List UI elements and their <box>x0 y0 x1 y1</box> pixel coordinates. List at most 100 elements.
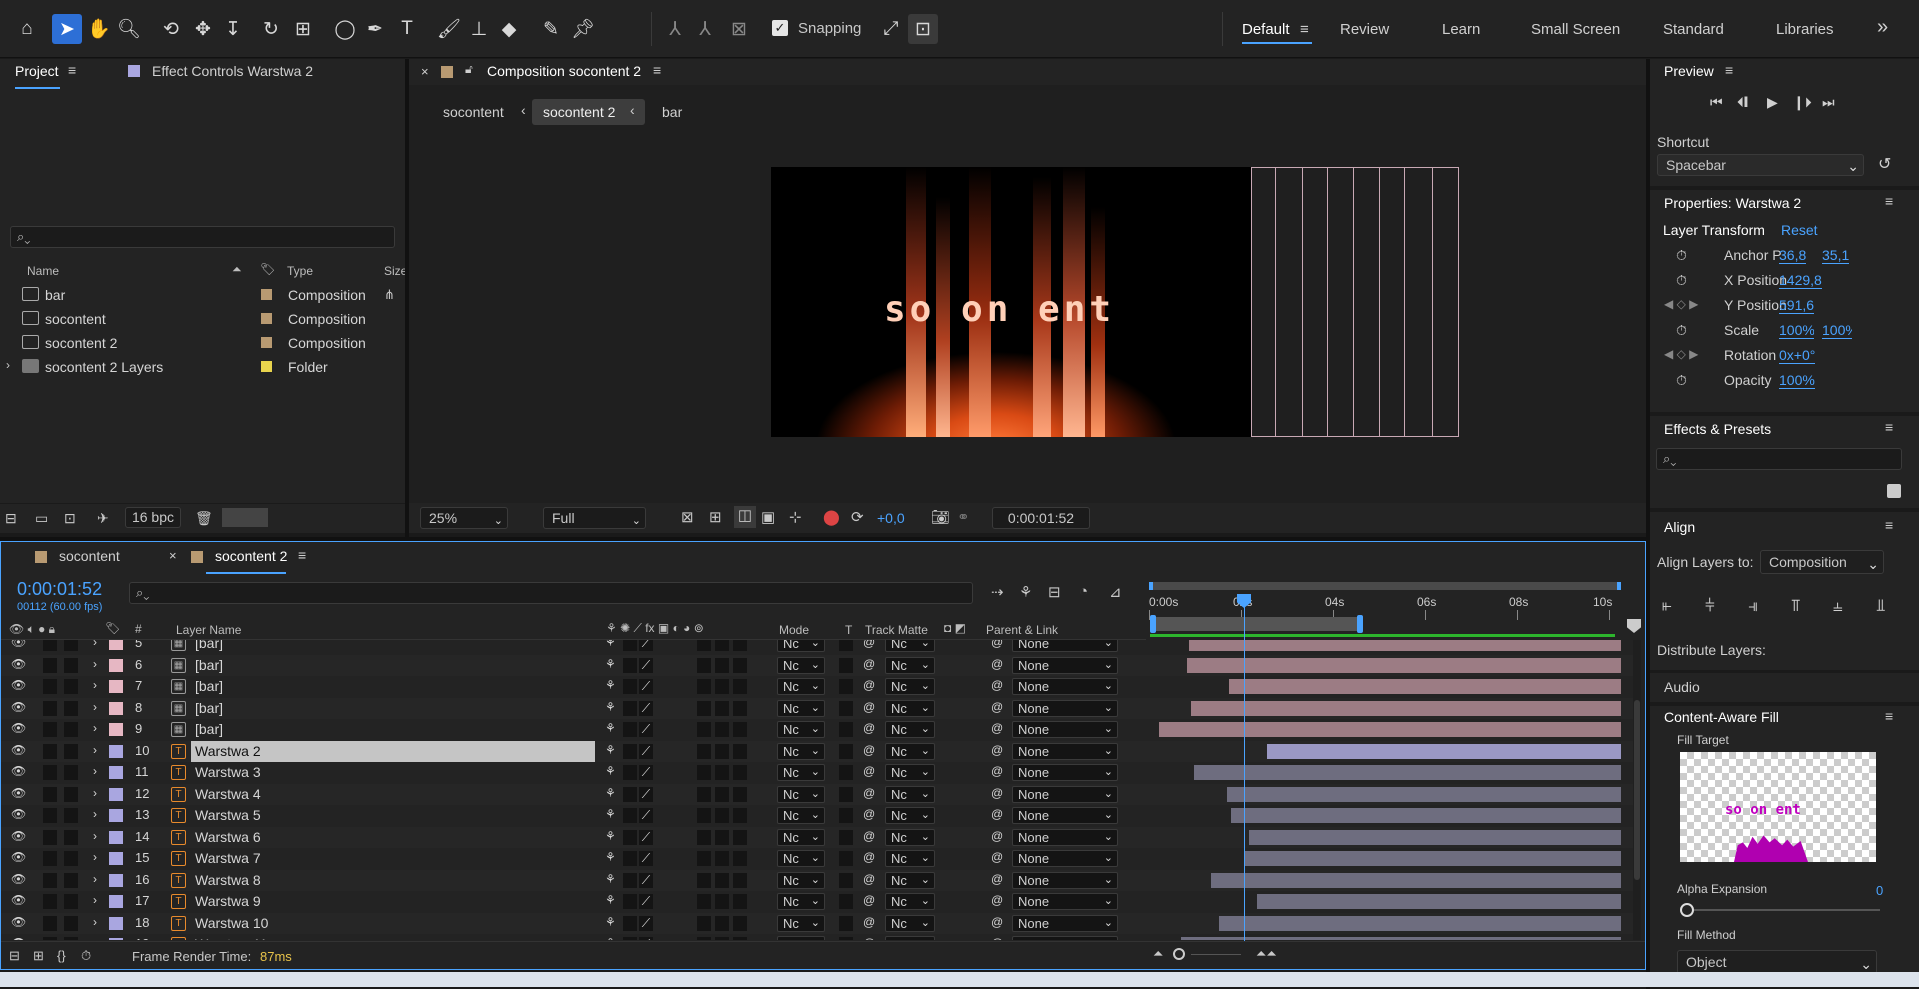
quality-switch-icon[interactable]: ⟋ <box>639 808 653 823</box>
layer-name[interactable]: [bar] <box>195 657 223 673</box>
project-item[interactable]: › socontent 2 Layers Folder <box>0 356 400 378</box>
mode-dropdown[interactable]: Nc⌄ <box>777 914 825 932</box>
fx-switch[interactable] <box>697 829 711 845</box>
zoom-slider-thumb[interactable] <box>1173 948 1185 960</box>
expand-arrow-icon[interactable]: › <box>93 700 97 714</box>
layer-name[interactable]: Warstwa 2 <box>195 743 261 759</box>
breadcrumb-socontent[interactable]: socontent <box>443 104 504 120</box>
preserve-transparency-switch[interactable] <box>839 808 853 823</box>
layer-row[interactable]: 👁︎ › 15 T Warstwa 7 ⚘ ⟋ Nc ⌄ @ Nc ⌄ @ None ⌄ <box>1 848 1641 869</box>
layer-duration-bar[interactable] <box>1187 657 1621 673</box>
label-color-swatch[interactable] <box>261 289 272 300</box>
solo-switch[interactable] <box>43 808 57 823</box>
layer-label-swatch[interactable] <box>109 852 123 865</box>
snapping-checkbox[interactable]: ✓ <box>772 20 788 36</box>
eye-icon[interactable]: 👁︎ <box>11 829 26 843</box>
label-color-swatch[interactable] <box>261 313 272 324</box>
layer-row[interactable]: 👁︎ › 19 T Warstwa 11 ⚘ ⟋ Nc⌄ @ Nc⌄ @ None⌄ <box>1 934 1641 940</box>
label-color-swatch[interactable] <box>261 337 272 348</box>
quality-switch-icon[interactable]: ⟋ <box>639 937 653 940</box>
parent-pickwhip-icon[interactable]: @ <box>991 700 1003 714</box>
y-position-value[interactable]: 591,6 <box>1779 297 1815 314</box>
expand-arrow-icon[interactable]: › <box>6 358 10 372</box>
bit-depth-button[interactable]: 16 bpc <box>125 507 181 528</box>
motion-blur-switch[interactable] <box>733 765 747 780</box>
stopwatch-icon[interactable]: ⏱︎ <box>1676 322 1687 339</box>
solo-switch[interactable] <box>43 700 57 716</box>
layer-duration-bar[interactable] <box>1181 937 1621 940</box>
lock-switch[interactable] <box>64 743 78 759</box>
stopwatch-icon[interactable]: ⏱︎ <box>1676 247 1687 264</box>
quality-switch-icon[interactable]: ⟋ <box>639 722 653 737</box>
eye-icon[interactable]: 👁︎ <box>11 936 26 940</box>
parent-dropdown[interactable]: None⌄ <box>1012 871 1118 889</box>
frame-blend-switch[interactable] <box>715 743 729 759</box>
new-preset-icon[interactable] <box>1887 484 1901 498</box>
parent-dropdown[interactable]: None⌄ <box>1012 678 1118 695</box>
project-menu-icon[interactable]: ≡ <box>68 62 76 78</box>
zoom-tool-icon[interactable]: 🔍︎ <box>114 14 144 44</box>
lock-switch[interactable] <box>64 640 78 651</box>
shy-switch-icon[interactable]: ⚘ <box>605 657 616 671</box>
layer-label-swatch[interactable] <box>109 680 123 693</box>
solo-switch[interactable] <box>43 915 57 931</box>
preserve-transparency-switch[interactable] <box>839 679 853 694</box>
shy-switch-icon[interactable]: ⚘ <box>605 764 616 778</box>
lock-switch[interactable] <box>64 679 78 694</box>
resolution-dropdown[interactable]: Full ⌄ <box>543 507 646 529</box>
lock-switch[interactable] <box>64 722 78 737</box>
mode-dropdown[interactable]: Nc⌄ <box>777 850 825 867</box>
parent-pickwhip-icon[interactable]: @ <box>991 657 1003 671</box>
shy-switch-icon[interactable]: ⚘ <box>605 807 616 821</box>
stopwatch-icon[interactable]: ⏱︎ <box>1676 272 1687 289</box>
collapse-switch[interactable] <box>623 786 637 802</box>
motion-blur-switch[interactable] <box>733 657 747 673</box>
rotation-value[interactable]: 0x+0° <box>1779 347 1816 364</box>
parent-dropdown[interactable]: None⌄ <box>1012 699 1118 717</box>
layer-label-swatch[interactable] <box>109 787 123 801</box>
layer-label-swatch[interactable] <box>109 701 123 715</box>
fx-switch[interactable] <box>697 765 711 780</box>
col-size-header[interactable]: Size <box>384 264 407 278</box>
align-bottom-icon[interactable]: ⫫ <box>1876 596 1886 616</box>
pen-tool-icon[interactable]: ✒ <box>360 14 390 44</box>
caf-menu-icon[interactable]: ≡ <box>1885 708 1893 724</box>
expand-arrow-icon[interactable]: › <box>93 850 97 864</box>
matte-pickwhip-icon[interactable]: @ <box>863 678 875 692</box>
solo-switch[interactable] <box>43 851 57 866</box>
fx-switch[interactable] <box>697 872 711 888</box>
frame-blend-switch[interactable] <box>715 872 729 888</box>
shy-switch-icon[interactable]: ⚘ <box>605 915 616 929</box>
quality-switch-icon[interactable]: ⟋ <box>639 829 653 845</box>
timeline-scrollbar[interactable] <box>1633 640 1641 940</box>
frame-blend-switch[interactable] <box>715 700 729 716</box>
preserve-transparency-switch[interactable] <box>839 700 853 716</box>
layer-name[interactable]: Warstwa 10 <box>195 915 268 931</box>
workspace-libraries[interactable]: Libraries <box>1776 21 1834 38</box>
layer-search-input[interactable]: ⌕⌄ <box>129 582 973 604</box>
mode-dropdown[interactable]: Nc⌄ <box>777 656 825 674</box>
puppet-pin-icon[interactable]: 📌︎ <box>568 14 598 44</box>
fx-switch[interactable] <box>697 743 711 759</box>
layer-label-swatch[interactable] <box>109 766 123 779</box>
solo-switch[interactable] <box>43 722 57 737</box>
selection-tool-icon[interactable]: ➤ <box>52 14 82 44</box>
eye-icon[interactable]: 👁︎ <box>11 850 26 864</box>
collapse-switch[interactable] <box>623 722 637 737</box>
frame-blend-switch[interactable] <box>715 851 729 866</box>
properties-menu-icon[interactable]: ≡ <box>1885 193 1893 209</box>
parent-pickwhip-icon[interactable]: @ <box>991 936 1003 940</box>
preserve-transparency-switch[interactable] <box>839 894 853 909</box>
layer-name-header[interactable]: Layer Name <box>176 623 241 637</box>
fx-switch[interactable] <box>697 786 711 802</box>
parent-dropdown[interactable]: None⌄ <box>1012 936 1118 940</box>
frame-blend-switch[interactable] <box>715 765 729 780</box>
home-icon[interactable]: ⌂ <box>12 14 42 44</box>
matte-pickwhip-icon[interactable]: @ <box>863 786 875 800</box>
solo-switch[interactable] <box>43 872 57 888</box>
layer-duration-bar[interactable] <box>1267 743 1621 759</box>
quality-switch-icon[interactable]: ⟋ <box>639 679 653 694</box>
reset-shortcut-icon[interactable]: ↺ <box>1878 154 1891 174</box>
matte-pickwhip-icon[interactable]: @ <box>863 915 875 929</box>
layer-row[interactable]: 👁︎ › 8 ▦ [bar] ⚘ ⟋ Nc ⌄ @ Nc ⌄ @ None ⌄ <box>1 697 1641 719</box>
